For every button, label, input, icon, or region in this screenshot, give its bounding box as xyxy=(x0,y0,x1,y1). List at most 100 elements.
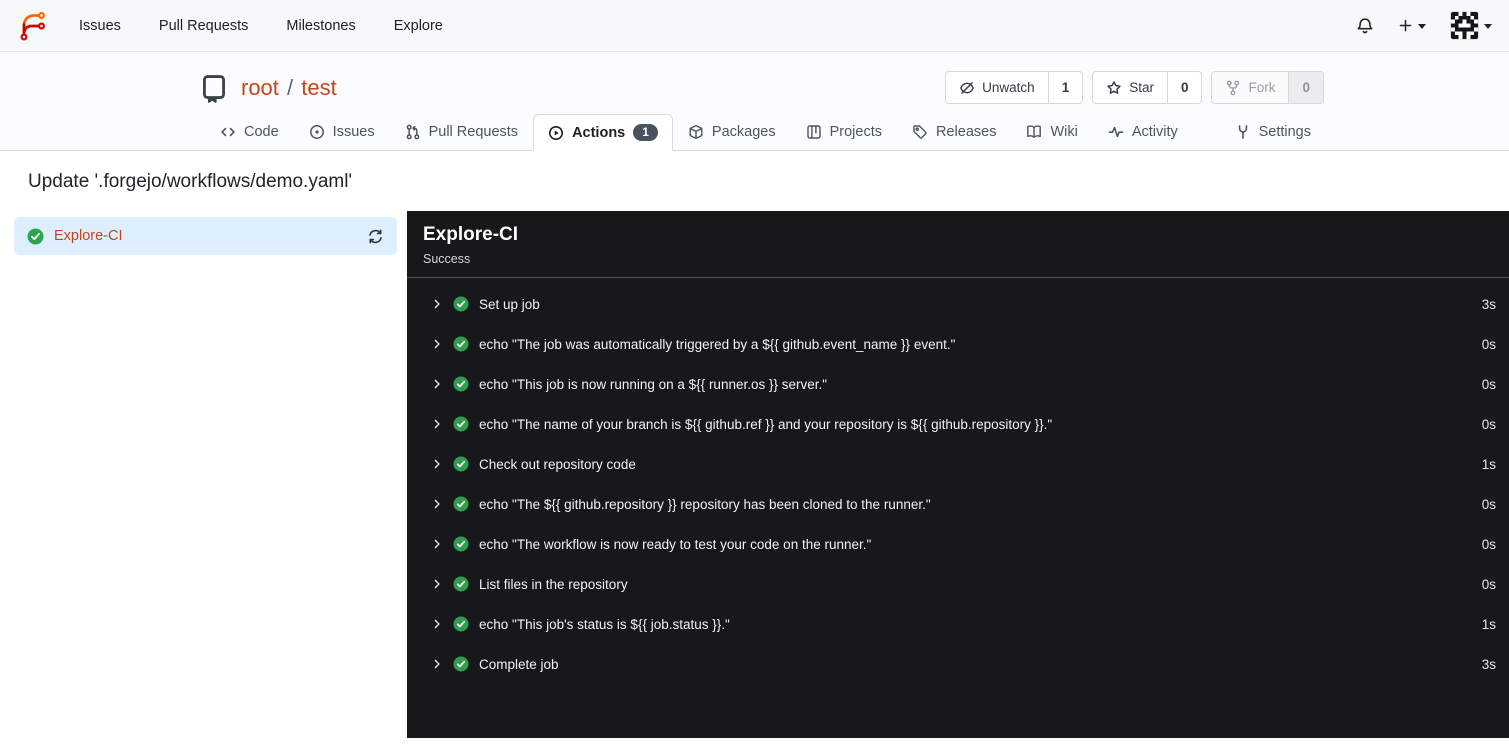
step-row[interactable]: echo "This job is now running on a ${{ r… xyxy=(407,364,1509,404)
forgejo-logo[interactable] xyxy=(17,9,51,43)
step-row[interactable]: Complete job 3s xyxy=(407,644,1509,684)
watch-count[interactable]: 1 xyxy=(1047,72,1083,103)
job-log-panel: Explore-CI Success Set up job 3s echo "T… xyxy=(407,211,1509,739)
star-icon xyxy=(1106,80,1122,96)
step-row[interactable]: List files in the repository 0s xyxy=(407,564,1509,604)
nav-explore[interactable]: Explore xyxy=(394,18,443,34)
code-icon xyxy=(220,124,236,140)
step-row[interactable]: echo "The workflow is now ready to test … xyxy=(407,524,1509,564)
step-name: echo "This job's status is ${{ job.statu… xyxy=(479,616,730,632)
tab-pull-requests[interactable]: Pull Requests xyxy=(390,114,533,150)
step-duration: 0s xyxy=(1481,576,1496,592)
step-row[interactable]: echo "The job was automatically triggere… xyxy=(407,324,1509,364)
check-circle-icon xyxy=(27,228,44,245)
star-label: Star xyxy=(1129,80,1154,95)
run-content: Explore-CI Explore-CI Success Set up job… xyxy=(0,211,1509,739)
repo-owner-link[interactable]: root xyxy=(241,75,279,100)
step-duration: 1s xyxy=(1481,456,1496,472)
tab-projects[interactable]: Projects xyxy=(791,114,897,150)
step-duration: 1s xyxy=(1481,616,1496,632)
tab-releases-label: Releases xyxy=(936,124,997,141)
fork-icon xyxy=(1225,80,1241,96)
check-circle-icon xyxy=(453,576,469,592)
chevron-right-icon xyxy=(431,418,443,430)
tab-pull-requests-label: Pull Requests xyxy=(428,124,519,141)
tab-actions[interactable]: Actions 1 xyxy=(533,114,673,152)
check-circle-icon xyxy=(453,616,469,632)
check-circle-icon xyxy=(453,296,469,312)
tab-code[interactable]: Code xyxy=(205,114,294,150)
run-title: Update '.forgejo/workflows/demo.yaml' xyxy=(28,171,353,193)
create-new-button[interactable] xyxy=(1398,18,1426,33)
nav-right xyxy=(1356,11,1492,40)
fork-button[interactable]: Fork xyxy=(1212,72,1288,103)
repo-header: root / test Unwatch 1 Star 0 Fork 0 Code… xyxy=(0,52,1509,152)
nav-issues[interactable]: Issues xyxy=(79,18,121,34)
avatar-identicon xyxy=(1450,11,1479,40)
nav-milestones[interactable]: Milestones xyxy=(286,18,355,34)
tab-packages[interactable]: Packages xyxy=(673,114,791,150)
tag-icon xyxy=(912,124,928,140)
star-count[interactable]: 0 xyxy=(1166,72,1202,103)
step-name: Set up job xyxy=(479,296,540,312)
step-row[interactable]: Set up job 3s xyxy=(407,284,1509,324)
step-row[interactable]: echo "The name of your branch is ${{ git… xyxy=(407,404,1509,444)
step-row[interactable]: echo "The ${{ github.repository }} repos… xyxy=(407,484,1509,524)
step-duration: 0s xyxy=(1481,376,1496,392)
step-name: echo "The name of your branch is ${{ git… xyxy=(479,416,1053,432)
step-row[interactable]: echo "This job's status is ${{ job.statu… xyxy=(407,604,1509,644)
check-circle-icon xyxy=(453,456,469,472)
tab-issues-label: Issues xyxy=(332,124,375,141)
step-name: echo "This job is now running on a ${{ r… xyxy=(479,376,828,392)
tab-releases[interactable]: Releases xyxy=(897,114,1011,150)
repo-book-icon xyxy=(199,73,229,103)
job-item-explore-ci[interactable]: Explore-CI xyxy=(14,217,397,256)
star-button-group: Star 0 xyxy=(1092,71,1203,104)
issue-icon xyxy=(309,124,325,140)
log-header: Explore-CI Success xyxy=(407,211,1509,279)
unwatch-button[interactable]: Unwatch xyxy=(946,72,1048,103)
step-duration: 0s xyxy=(1481,416,1496,432)
chevron-right-icon xyxy=(431,498,443,510)
repo-title: root / test xyxy=(199,73,337,103)
projects-icon xyxy=(806,124,822,140)
repo-tabs: Code Issues Pull Requests Actions 1 Pack… xyxy=(0,114,1509,152)
pull-request-icon xyxy=(405,124,421,140)
steps-list: Set up job 3s echo "The job was automati… xyxy=(407,278,1509,684)
step-row[interactable]: Check out repository code 1s xyxy=(407,444,1509,484)
sync-icon[interactable] xyxy=(367,228,384,245)
jobs-sidebar: Explore-CI xyxy=(0,211,407,738)
tab-settings-label: Settings xyxy=(1258,124,1311,141)
tab-settings[interactable]: Settings xyxy=(1220,114,1326,150)
tab-issues[interactable]: Issues xyxy=(294,114,390,150)
check-circle-icon xyxy=(453,336,469,352)
nav-pull-requests[interactable]: Pull Requests xyxy=(159,18,248,34)
chevron-right-icon xyxy=(431,538,443,550)
tools-icon xyxy=(1235,124,1251,140)
pulse-icon xyxy=(1108,124,1124,140)
step-duration: 0s xyxy=(1481,536,1496,552)
notifications-button[interactable] xyxy=(1356,17,1374,35)
repo-separator: / xyxy=(287,74,294,100)
user-menu-button[interactable] xyxy=(1450,11,1492,40)
log-job-status: Success xyxy=(423,252,471,267)
tab-wiki[interactable]: Wiki xyxy=(1011,114,1092,150)
step-name: Check out repository code xyxy=(479,456,636,472)
chevron-right-icon xyxy=(431,458,443,470)
run-title-row: Update '.forgejo/workflows/demo.yaml' xyxy=(0,151,1509,212)
repo-actions: Unwatch 1 Star 0 Fork 0 xyxy=(945,71,1324,104)
tab-projects-label: Projects xyxy=(829,124,882,141)
tab-activity[interactable]: Activity xyxy=(1093,114,1193,150)
check-circle-icon xyxy=(453,416,469,432)
play-circle-icon xyxy=(548,125,564,141)
check-circle-icon xyxy=(453,496,469,512)
package-icon xyxy=(688,124,704,140)
step-name: List files in the repository xyxy=(479,576,628,592)
step-name: echo "The job was automatically triggere… xyxy=(479,336,956,352)
step-duration: 0s xyxy=(1481,496,1496,512)
step-duration: 3s xyxy=(1481,656,1496,672)
actions-count-badge: 1 xyxy=(633,124,658,142)
step-duration: 3s xyxy=(1481,296,1496,312)
repo-name-link[interactable]: test xyxy=(301,75,336,100)
star-button[interactable]: Star xyxy=(1093,72,1167,103)
